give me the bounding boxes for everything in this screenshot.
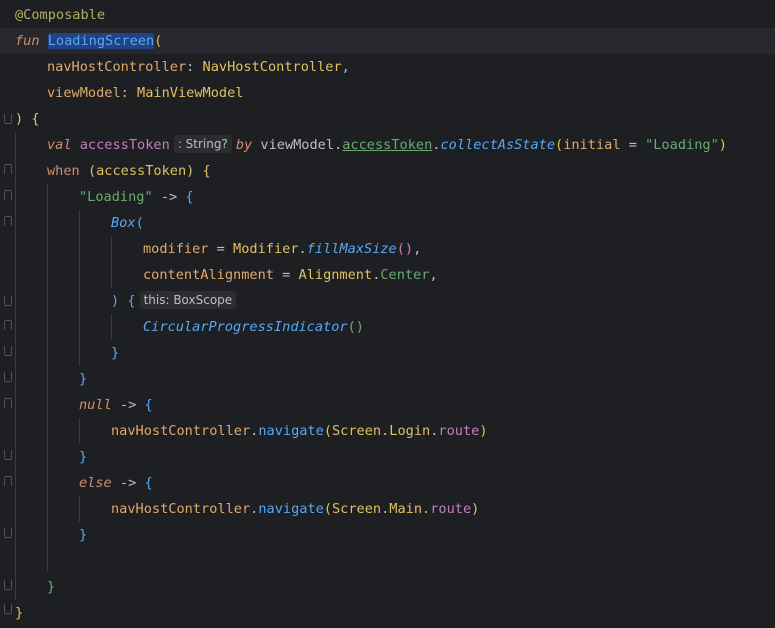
code-line[interactable]: modifier = Modifier.fillMaxSize(), <box>0 236 775 262</box>
punctuation: } <box>79 527 88 543</box>
punctuation: } <box>79 449 88 465</box>
property: Center <box>380 267 430 283</box>
punctuation: { <box>185 189 194 205</box>
punctuation: : <box>120 85 138 101</box>
string-literal: "Loading" <box>79 189 153 205</box>
punctuation: ) { <box>111 293 136 309</box>
punctuation: , <box>341 59 350 75</box>
code-line[interactable]: } <box>0 444 775 470</box>
object-ref: Screen <box>332 423 382 439</box>
property: route <box>430 501 472 517</box>
type-inlay-hint: : String? <box>173 135 232 153</box>
code-line-current[interactable]: fun LoadingScreen( <box>0 28 775 54</box>
property: accessToken <box>342 137 433 153</box>
punctuation: } <box>79 371 88 387</box>
function-call: collectAsState <box>440 137 556 153</box>
code-line[interactable]: } <box>0 522 775 548</box>
punctuation: = <box>273 267 299 283</box>
keyword: null <box>79 397 112 413</box>
code-line-empty[interactable] <box>0 548 775 574</box>
code-line[interactable]: } <box>0 600 775 626</box>
punctuation: ) <box>718 137 727 153</box>
code-line[interactable]: } <box>0 366 775 392</box>
keyword: val <box>47 137 72 153</box>
object-ref: Login <box>389 423 431 439</box>
parameter-name: navHostController <box>47 59 187 75</box>
code-line[interactable]: navHostController.navigate(Screen.Main.r… <box>0 496 775 522</box>
code-line[interactable]: viewModel: MainViewModel <box>0 80 775 106</box>
punctuation: -> <box>111 475 145 491</box>
scope-inlay-hint: this: BoxScope <box>139 291 237 309</box>
named-argument: modifier <box>143 241 209 257</box>
punctuation: { <box>202 163 211 179</box>
property: route <box>438 423 480 439</box>
punctuation: , <box>429 267 438 283</box>
code-line[interactable]: @Composable <box>0 2 775 28</box>
punctuation: { <box>144 397 153 413</box>
parameter-name: viewModel <box>47 85 121 101</box>
open-paren: ( <box>154 33 163 49</box>
punctuation: () <box>347 319 364 335</box>
named-argument: initial <box>563 137 621 153</box>
reference: viewModel <box>260 137 335 153</box>
type-name: NavHostController <box>202 59 342 75</box>
signature-close: ) { <box>15 111 40 127</box>
punctuation: = <box>620 137 646 153</box>
reference: navHostController <box>111 501 251 517</box>
punctuation: ) <box>471 501 480 517</box>
punctuation: . <box>298 241 307 257</box>
when-subject: (accessToken) <box>87 163 195 179</box>
keyword: else <box>79 475 112 491</box>
code-line[interactable]: Box( <box>0 210 775 236</box>
object-ref: Main <box>389 501 423 517</box>
function-call: navigate <box>258 501 324 517</box>
punctuation: () <box>396 241 414 257</box>
reference: navHostController <box>111 423 251 439</box>
object-ref: Alignment <box>298 267 373 283</box>
function-call: navigate <box>258 423 324 439</box>
function-name[interactable]: LoadingScreen <box>47 33 155 49</box>
variable-name: accessToken <box>79 137 170 153</box>
code-line[interactable]: val accessToken: String? by viewModel.acc… <box>0 132 775 158</box>
function-call: Box <box>111 215 136 231</box>
code-line[interactable]: null -> { <box>0 392 775 418</box>
punctuation: ) <box>479 423 488 439</box>
function-call: fillMaxSize <box>306 241 397 257</box>
punctuation: } <box>15 605 24 621</box>
punctuation: -> <box>152 189 186 205</box>
punctuation: , <box>413 241 422 257</box>
punctuation: -> <box>111 397 145 413</box>
annotation: @Composable <box>15 7 106 23</box>
code-line[interactable]: ) {this: BoxScope <box>0 288 775 314</box>
type-name: MainViewModel <box>137 85 244 101</box>
punctuation: } <box>47 579 56 595</box>
code-line[interactable]: navHostController.navigate(Screen.Login.… <box>0 418 775 444</box>
punctuation: . <box>422 501 431 517</box>
function-call: CircularProgressIndicator <box>143 319 348 335</box>
punctuation: { <box>144 475 153 491</box>
object-ref: Modifier <box>233 241 299 257</box>
punctuation: : <box>186 59 203 75</box>
punctuation: = <box>208 241 234 257</box>
code-line[interactable]: when (accessToken) { <box>0 158 775 184</box>
code-line[interactable]: ) { <box>0 106 775 132</box>
named-argument: contentAlignment <box>143 267 274 283</box>
object-ref: Screen <box>332 501 382 517</box>
code-line[interactable]: navHostController: NavHostController, <box>0 54 775 80</box>
code-line[interactable]: "Loading" -> { <box>0 184 775 210</box>
code-line[interactable]: CircularProgressIndicator() <box>0 314 775 340</box>
keyword: when <box>47 163 80 179</box>
punctuation: } <box>111 345 120 361</box>
keyword: fun <box>15 33 40 49</box>
code-line[interactable]: else -> { <box>0 470 775 496</box>
code-editor[interactable]: @Composable fun LoadingScreen( navHostCo… <box>0 0 775 628</box>
keyword: by <box>235 137 253 153</box>
code-line[interactable]: } <box>0 574 775 600</box>
code-line[interactable]: contentAlignment = Alignment.Center, <box>0 262 775 288</box>
code-line[interactable]: } <box>0 340 775 366</box>
string-literal: "Loading" <box>645 137 719 153</box>
